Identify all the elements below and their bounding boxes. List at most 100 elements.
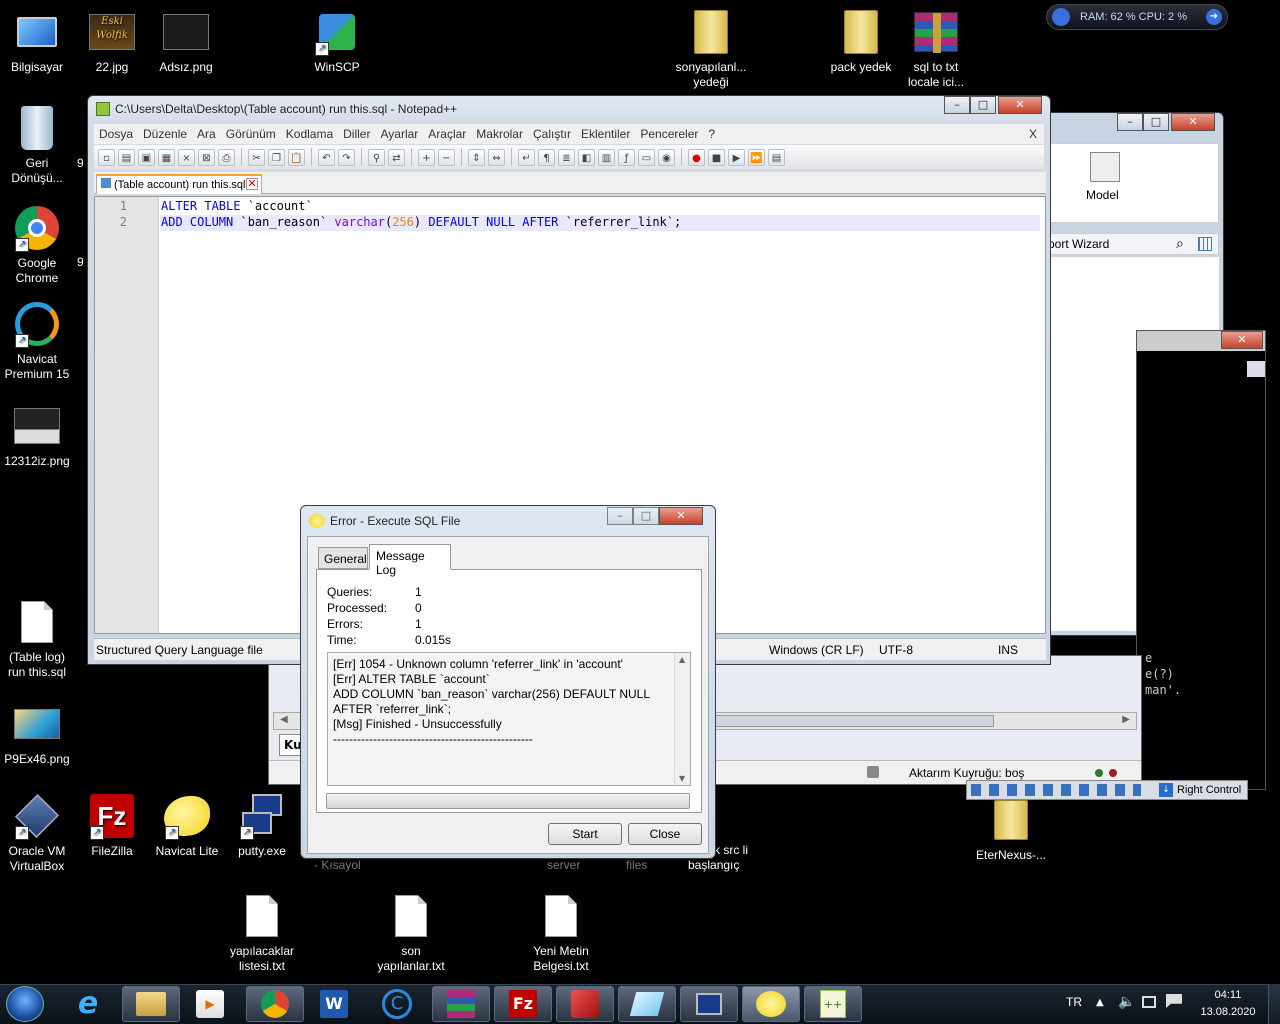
menu-araclar[interactable]: Araçlar: [423, 124, 471, 141]
clock-time[interactable]: 04:11: [1200, 989, 1256, 1001]
desktop-icon-son-yapilanlar[interactable]: son yapılanlar.txt: [374, 892, 448, 974]
function-list-icon[interactable]: ƒ: [618, 148, 635, 166]
close-button[interactable]: ✕: [659, 507, 703, 525]
menu-gorunum[interactable]: Görünüm: [221, 124, 281, 141]
replace-icon[interactable]: ⇄: [388, 148, 405, 166]
save-macro-icon[interactable]: ▤: [768, 148, 785, 166]
start-orb-icon[interactable]: [6, 986, 44, 1022]
message-log[interactable]: [Err] 1054 - Unknown column 'referrer_li…: [327, 652, 691, 786]
tray-expand-icon[interactable]: ▲: [1096, 997, 1104, 1008]
taskbar-chrome[interactable]: [246, 986, 304, 1022]
taskbar-notepadpp[interactable]: ++: [804, 986, 862, 1022]
arrow-right-icon[interactable]: ➔: [1206, 9, 1222, 25]
desktop-icon-sonyapilanlar[interactable]: sonyapılanl... yedeği: [674, 8, 748, 90]
tab-close-icon[interactable]: ✕: [246, 178, 258, 190]
menu-eklentiler[interactable]: Eklentiler: [576, 124, 635, 141]
desktop-icon-winscp[interactable]: ↗ WinSCP: [300, 8, 374, 75]
close-dialog-button[interactable]: Close: [628, 823, 702, 845]
maximize-button[interactable]: □: [633, 507, 659, 525]
desktop-icon-bilgisayar[interactable]: Bilgisayar: [0, 8, 74, 75]
desktop-icon-table-log[interactable]: (Table log) run this.sql: [0, 598, 74, 680]
paste-icon[interactable]: 📋: [288, 148, 305, 166]
menu-help[interactable]: ?: [703, 124, 720, 141]
desktop-icon-yapilacaklar[interactable]: yapılacaklar listesi.txt: [225, 892, 299, 974]
tab-message-log[interactable]: Message Log: [369, 544, 451, 577]
cut-icon[interactable]: ✂: [248, 148, 265, 166]
internet-explorer-icon[interactable]: e: [70, 988, 106, 1020]
taskbar-red-app[interactable]: [556, 986, 614, 1022]
start-button[interactable]: Start: [548, 823, 622, 845]
maximize-button[interactable]: □: [970, 96, 996, 114]
desktop-icon-filezilla[interactable]: Fz ↗ FileZilla: [75, 792, 149, 859]
new-file-icon[interactable]: ▫: [98, 148, 115, 166]
sync-h-icon[interactable]: ⇔: [488, 148, 505, 166]
minimize-button[interactable]: –: [1117, 113, 1143, 131]
terminal-window[interactable]: ✕ e e(?) man'.: [1136, 330, 1266, 790]
model-label[interactable]: Model: [1086, 188, 1119, 202]
taskbar-putty[interactable]: [680, 986, 738, 1022]
menu-makrolar[interactable]: Makrolar: [471, 124, 528, 141]
scroll-up-icon[interactable]: ▲: [679, 655, 685, 664]
error-dialog[interactable]: Error - Execute SQL File – □ ✕ General M…: [300, 505, 716, 859]
close-file-icon[interactable]: ×: [178, 148, 195, 166]
model-icon[interactable]: [1090, 152, 1120, 182]
undo-icon[interactable]: ↶: [318, 148, 335, 166]
word-icon[interactable]: W: [320, 990, 348, 1018]
indent-guide-icon[interactable]: ≣: [558, 148, 575, 166]
menu-diller[interactable]: Diller: [338, 124, 375, 141]
grid-icon[interactable]: [1198, 237, 1212, 251]
search-icon[interactable]: ⌕: [1176, 236, 1184, 252]
save-all-icon[interactable]: ▦: [158, 148, 175, 166]
media-player-icon[interactable]: ▶: [196, 990, 224, 1018]
tab-file[interactable]: (Table account) run this.sql ✕: [96, 174, 262, 194]
eol-status[interactable]: Windows (CR LF): [769, 643, 864, 657]
monitor-icon[interactable]: ◉: [658, 148, 675, 166]
encoding-status[interactable]: UTF-8: [879, 643, 913, 657]
copy-icon[interactable]: ❐: [268, 148, 285, 166]
stop-macro-icon[interactable]: ■: [708, 148, 725, 166]
udl-icon[interactable]: ◧: [578, 148, 595, 166]
wizard-label[interactable]: port Wizard: [1048, 237, 1109, 251]
clock-date[interactable]: 13.08.2020: [1196, 1006, 1260, 1018]
record-macro-icon[interactable]: ●: [688, 148, 705, 166]
language-indicator[interactable]: TR: [1066, 995, 1082, 1009]
desktop-icon-22jpg[interactable]: Eski Wolfik 22.jpg: [75, 8, 149, 75]
desktop-icon-chrome[interactable]: ↗ Google Chrome: [0, 204, 74, 286]
network-icon[interactable]: [1142, 996, 1156, 1008]
menu-close-button[interactable]: X: [1024, 124, 1042, 141]
taskbar-glass-app[interactable]: [618, 986, 676, 1022]
menu-calistir[interactable]: Çalıştır: [528, 124, 576, 141]
desktop-icon-virtualbox[interactable]: ↗ Oracle VM VirtualBox: [0, 792, 74, 874]
menu-pencereler[interactable]: Pencereler: [635, 124, 703, 141]
taskbar-winrar[interactable]: [432, 986, 490, 1022]
tab-general[interactable]: General: [318, 547, 368, 569]
taskbar-file-explorer[interactable]: [122, 986, 180, 1022]
all-chars-icon[interactable]: ¶: [538, 148, 555, 166]
code-area[interactable]: 1 ALTER TABLE `account` 2 ADD COLUMN `ban_r…: [95, 199, 1035, 231]
close-button[interactable]: ✕: [1171, 113, 1215, 131]
redo-icon[interactable]: ↷: [338, 148, 355, 166]
close-button[interactable]: ✕: [998, 96, 1042, 114]
zoom-in-icon[interactable]: +: [418, 148, 435, 166]
doc-map-icon[interactable]: ▥: [598, 148, 615, 166]
menu-ayarlar[interactable]: Ayarlar: [375, 124, 423, 141]
desktop-icon-eternexus[interactable]: EterNexus-...: [974, 796, 1048, 863]
menu-dosya[interactable]: Dosya: [94, 124, 138, 141]
minimize-button[interactable]: –: [607, 507, 633, 525]
minimize-button[interactable]: –: [944, 96, 970, 114]
menu-ara[interactable]: Ara: [192, 124, 221, 141]
menu-duzenle[interactable]: Düzenle: [138, 124, 192, 141]
desktop-icon-12312iz[interactable]: 12312iz.png: [0, 402, 74, 469]
volume-icon[interactable]: 🔈: [1118, 994, 1135, 1010]
desktop-icon-navicat-premium[interactable]: ↗ Navicat Premium 15: [0, 300, 74, 382]
close-button[interactable]: ✕: [1221, 331, 1263, 349]
menu-kodlama[interactable]: Kodlama: [281, 124, 338, 141]
find-icon[interactable]: ⚲: [368, 148, 385, 166]
log-scrollbar[interactable]: ▲ ▼: [674, 653, 690, 785]
ccleaner-icon[interactable]: C: [382, 989, 412, 1019]
desktop-icon-putty[interactable]: ↗ putty.exe: [225, 792, 299, 859]
open-file-icon[interactable]: ▤: [118, 148, 135, 166]
show-desktop-button[interactable]: [1268, 984, 1280, 1024]
code-line[interactable]: 1 ALTER TABLE `account`: [95, 199, 1035, 215]
save-icon[interactable]: ▣: [138, 148, 155, 166]
